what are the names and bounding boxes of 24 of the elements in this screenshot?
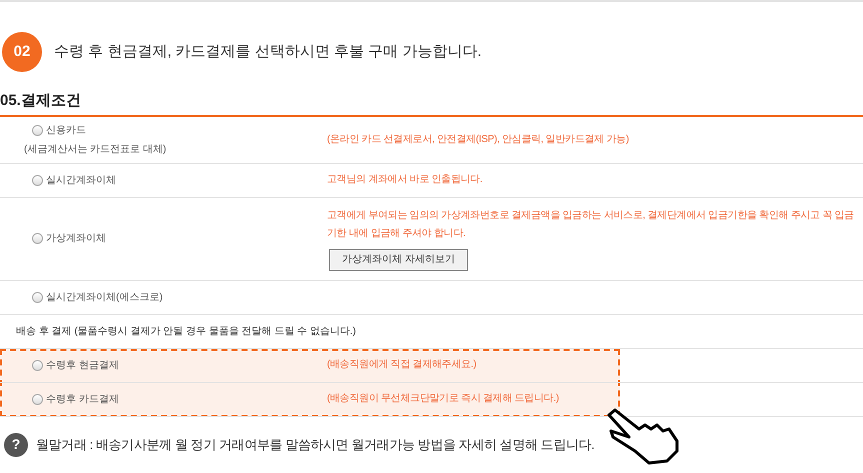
help-badge: ? xyxy=(4,432,28,456)
option-description: 고객에게 부여되는 임의의 가상계좌번호로 결제금액을 입금하는 서비스로, 결제단계에서 입금기한을 확인해 주시고 꼭 입금기한 내에 입금해 주셔야 합니다. xyxy=(327,208,855,240)
section-title: 05.결제조건 xyxy=(0,91,82,111)
radio-button[interactable] xyxy=(32,124,43,136)
option-label: 가상계좌이체 xyxy=(46,232,106,246)
radio-button[interactable] xyxy=(32,174,43,186)
notice-text: 배송 후 결제 (물품수령시 결제가 안될 경우 물품을 전달해 드릴 수 없습니다.) xyxy=(16,324,356,338)
option-label: 실시간계좌이체(에스크로) xyxy=(46,290,163,304)
option-label: 실시간계좌이체 xyxy=(46,174,116,188)
option-description: (배송직원이 무선체크단말기로 즉시 결제해 드립니다.) xyxy=(327,392,560,406)
details-button[interactable]: 가상계좌이체 자세히보기 xyxy=(329,248,468,270)
option-description: (배송직원에게 직접 결제해주세요.) xyxy=(327,358,478,372)
radio-button[interactable] xyxy=(32,233,43,244)
option-description: (온라인 카드 선결제로서, 안전결제(ISP), 안심클릭, 일반카드결제 가능) xyxy=(327,132,630,146)
option-note: (세금계산서는 카드전표로 대체) xyxy=(24,142,168,156)
option-description: 고객님의 계좌에서 바로 인출됩니다. xyxy=(327,173,484,187)
footer-text: 월말거래 : 배송기사분께 월 정기 거래여부를 말씀하시면 월거래가능 방법을 자세히 설명해 드립니다. xyxy=(36,436,594,454)
pointing-hand-icon xyxy=(605,407,681,465)
option-label: 수령후 현금결제 xyxy=(46,358,119,372)
step-badge: 02 xyxy=(2,32,42,72)
step-text: 수령 후 현금결제, 카드결제를 선택하시면 후불 구매 가능합니다. xyxy=(54,42,482,62)
radio-button[interactable] xyxy=(32,292,43,302)
option-label: 신용카드 xyxy=(46,124,86,138)
option-label: 수령후 카드결제 xyxy=(46,392,119,406)
